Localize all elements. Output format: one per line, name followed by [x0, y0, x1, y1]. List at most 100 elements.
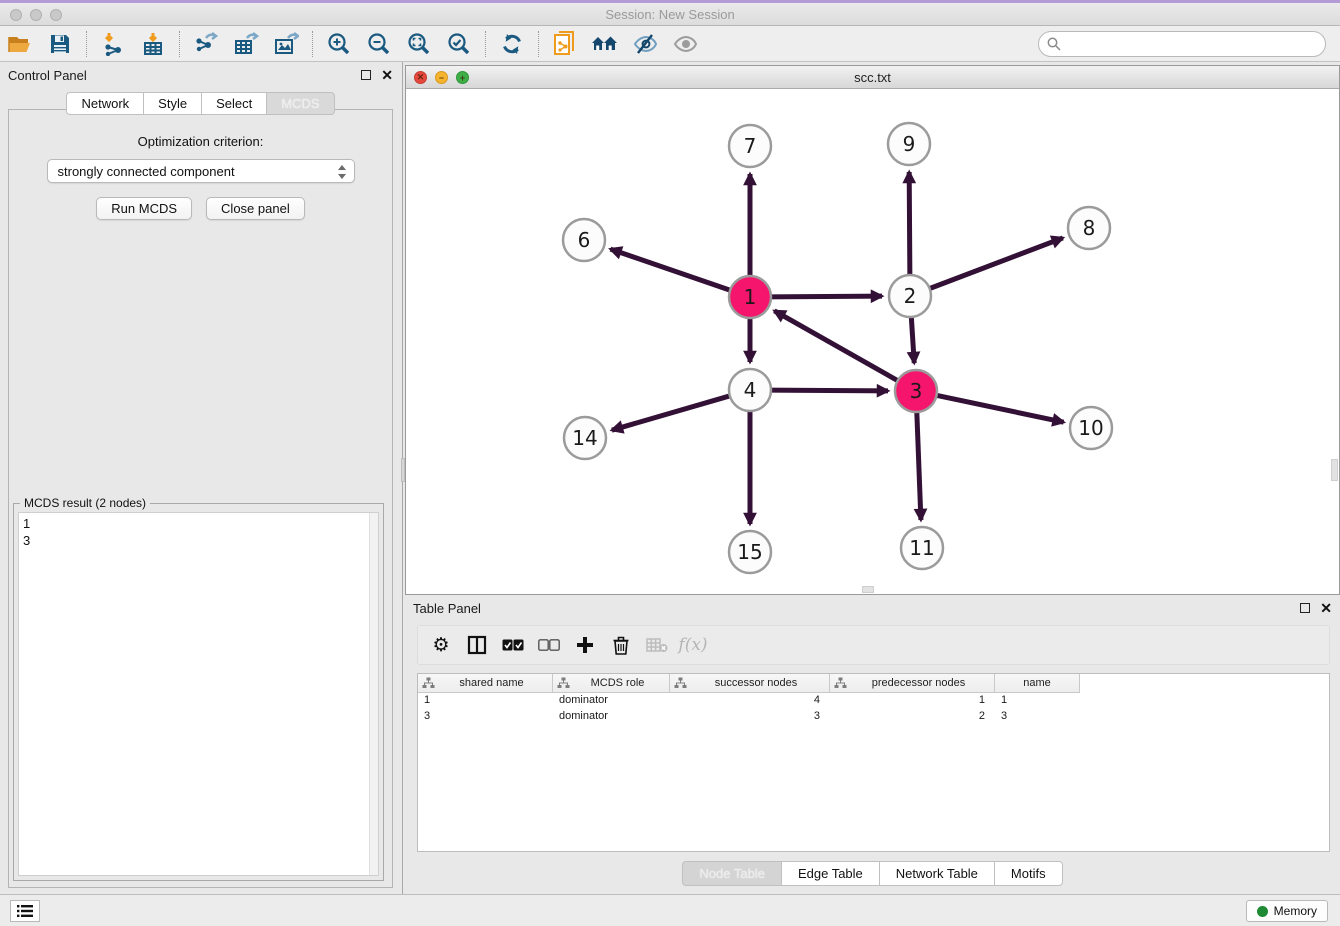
criterion-dropdown[interactable]: strongly connected component	[47, 159, 355, 183]
column-header-shared-name[interactable]: shared name	[418, 674, 553, 693]
edge-3-11[interactable]	[917, 410, 921, 520]
node-label-2: 2	[904, 284, 917, 308]
mcds-result-title: MCDS result (2 nodes)	[20, 496, 150, 510]
toolbar-separator	[538, 31, 539, 57]
close-panel-icon[interactable]: ✕	[381, 70, 393, 80]
close-panel-button[interactable]: Close panel	[206, 197, 305, 220]
refresh-layout-icon[interactable]	[495, 29, 529, 59]
column-header-predecessor-nodes[interactable]: predecessor nodes	[830, 674, 995, 693]
tab-node-table[interactable]: Node Table	[682, 861, 781, 886]
network-view-window: ✕ − + scc.txt 1234678910111415	[405, 65, 1340, 595]
tab-style[interactable]: Style	[143, 92, 201, 115]
toolbar-separator	[312, 31, 313, 57]
tab-select[interactable]: Select	[201, 92, 266, 115]
cell-predecessor-nodes[interactable]: 1	[830, 693, 995, 709]
column-header-MCDS-role[interactable]: MCDS role	[553, 674, 670, 693]
node-label-6: 6	[578, 228, 591, 252]
table-row-1[interactable]: 1dominator411	[418, 693, 1329, 709]
cell-MCDS-role[interactable]: dominator	[553, 709, 670, 725]
network-window-title: scc.txt	[406, 70, 1339, 85]
tab-edge-table[interactable]: Edge Table	[781, 861, 879, 886]
open-session-icon[interactable]	[3, 29, 37, 59]
node-table[interactable]: shared name MCDS role successor nodes prede…	[417, 673, 1330, 852]
column-header-label: shared name	[435, 677, 548, 689]
tab-network-table[interactable]: Network Table	[879, 861, 994, 886]
table-row-2[interactable]: 3dominator323	[418, 709, 1329, 725]
float-table-panel-icon[interactable]	[1300, 603, 1310, 613]
cell-MCDS-role[interactable]: dominator	[553, 693, 670, 709]
edge-2-8[interactable]	[928, 238, 1063, 289]
hide-selected-icon[interactable]	[628, 29, 662, 59]
edge-2-9[interactable]	[909, 172, 910, 277]
table-settings-icon[interactable]: ⚙	[426, 630, 456, 660]
zoom-fit-icon[interactable]	[402, 29, 436, 59]
cell-name[interactable]: 3	[995, 709, 1080, 725]
edge-4-14[interactable]	[612, 395, 732, 430]
deselect-all-icon[interactable]	[534, 630, 564, 660]
search-input[interactable]	[1038, 31, 1326, 57]
float-panel-icon[interactable]	[361, 70, 371, 80]
application-window: Session: New Session	[0, 0, 1340, 926]
delete-table-icon	[642, 630, 672, 660]
node-label-10: 10	[1078, 416, 1103, 440]
node-label-3: 3	[910, 379, 923, 403]
import-network-icon[interactable]	[96, 29, 130, 59]
show-columns-icon[interactable]	[462, 630, 492, 660]
export-network-icon[interactable]	[189, 29, 223, 59]
main-area: Control Panel ✕ Network Style Select MCD…	[0, 62, 1340, 894]
edge-3-1[interactable]	[774, 311, 899, 382]
run-mcds-button[interactable]: Run MCDS	[96, 197, 192, 220]
network-canvas[interactable]: 1234678910111415	[406, 89, 1339, 594]
edge-4-3[interactable]	[769, 390, 888, 391]
cell-successor-nodes[interactable]: 4	[670, 693, 830, 709]
tab-mcds[interactable]: MCDS	[266, 92, 334, 115]
edge-2-3[interactable]	[911, 315, 914, 363]
zoom-out-icon[interactable]	[362, 29, 396, 59]
add-row-icon[interactable]	[570, 630, 600, 660]
edge-3-10[interactable]	[935, 395, 1064, 422]
import-table-icon[interactable]	[136, 29, 170, 59]
network-window-titlebar[interactable]: ✕ − + scc.txt	[406, 66, 1339, 89]
select-all-icon[interactable]	[498, 630, 528, 660]
memory-button[interactable]: Memory	[1246, 900, 1328, 922]
status-bar: Memory	[0, 894, 1340, 926]
show-all-icon[interactable]	[668, 29, 702, 59]
tab-motifs[interactable]: Motifs	[994, 861, 1063, 886]
list-icon	[17, 904, 33, 918]
edge-1-6[interactable]	[610, 249, 732, 291]
table-panel: Table Panel ✕ ⚙	[405, 595, 1340, 894]
column-header-successor-nodes[interactable]: successor nodes	[670, 674, 830, 693]
edge-1-2[interactable]	[769, 296, 882, 297]
zoom-selected-icon[interactable]	[442, 29, 476, 59]
network-graph[interactable]: 1234678910111415	[406, 89, 1339, 594]
table-tabs: Node Table Edge Table Network Table Moti…	[405, 861, 1340, 886]
delete-row-icon[interactable]	[606, 630, 636, 660]
close-table-panel-icon[interactable]: ✕	[1320, 603, 1332, 613]
zoom-in-icon[interactable]	[322, 29, 356, 59]
cell-shared-name[interactable]: 1	[418, 693, 553, 709]
cell-successor-nodes[interactable]: 3	[670, 709, 830, 725]
first-neighbors-icon[interactable]	[588, 29, 622, 59]
canvas-horizontal-scroll-handle[interactable]	[862, 586, 874, 593]
cell-name[interactable]: 1	[995, 693, 1080, 709]
column-header-label: successor nodes	[687, 677, 825, 689]
mcds-result-line: 1	[23, 515, 374, 532]
result-scrollbar[interactable]	[369, 513, 378, 875]
clone-network-icon[interactable]	[548, 29, 582, 59]
node-label-9: 9	[903, 132, 916, 156]
node-label-1: 1	[744, 285, 757, 309]
canvas-vertical-scroll-handle[interactable]	[1331, 459, 1338, 481]
task-history-button[interactable]	[10, 900, 40, 922]
cell-shared-name[interactable]: 3	[418, 709, 553, 725]
cell-predecessor-nodes[interactable]: 2	[830, 709, 995, 725]
mcds-result-list[interactable]: 13	[18, 512, 379, 876]
memory-status-icon	[1257, 906, 1268, 917]
save-session-icon[interactable]	[43, 29, 77, 59]
export-image-icon[interactable]	[269, 29, 303, 59]
toolbar-separator	[179, 31, 180, 57]
export-table-icon[interactable]	[229, 29, 263, 59]
column-header-name[interactable]: name	[995, 674, 1080, 693]
table-header-row: shared name MCDS role successor nodes prede…	[418, 674, 1329, 693]
tab-network[interactable]: Network	[66, 92, 143, 115]
node-label-14: 14	[572, 426, 597, 450]
